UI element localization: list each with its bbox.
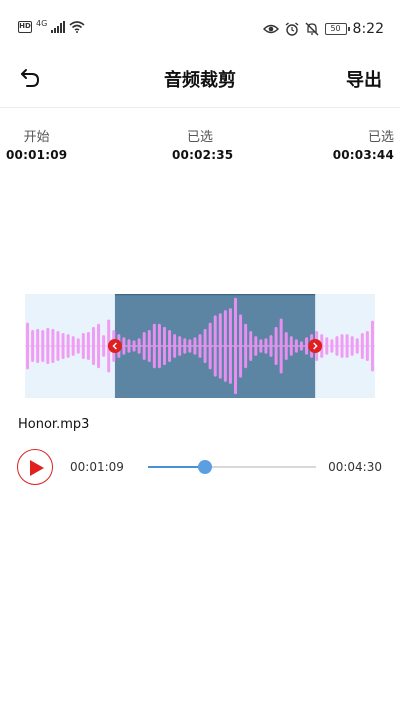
status-bar: HD 4G 50 8:22 [0,0,400,58]
header-divider [0,107,400,108]
end-time-value: 00:03:44 [332,148,394,162]
progress-thumb[interactable] [198,460,213,474]
hd-icon: HD [18,21,32,33]
total-time: 00:04:30 [328,460,382,474]
network-type: 4G [36,18,48,28]
selected-time-value: 00:02:35 [172,148,234,162]
export-button[interactable]: 导出 [346,66,382,92]
file-name: Honor.mp3 [18,417,90,432]
selected-time-group: 已选 00:02:35 [172,126,234,162]
start-time-group: 开始 00:01:09 [6,126,67,162]
end-time-label: 已选 [367,130,394,145]
battery-icon: 50 [324,23,350,35]
trim-end-handle[interactable] [308,339,323,353]
start-time-value: 00:01:09 [6,148,68,162]
wifi-icon [69,21,85,33]
start-time-label: 开始 [23,130,50,145]
play-icon [30,460,44,476]
app-header: 音频裁剪 导出 [0,58,400,108]
current-time: 00:01:09 [70,460,124,474]
mute-bell-icon [305,22,319,36]
trim-start-handle[interactable] [107,339,122,353]
selected-time-label: 已选 [186,130,213,145]
progress-fill [148,466,206,468]
end-time-group: 已选 00:03:44 [333,126,394,162]
page-title: 音频裁剪 [164,70,236,91]
eye-icon [262,24,279,34]
status-left: HD 4G [18,18,85,33]
signal-icon [51,21,66,33]
audio-waveform[interactable] [25,294,375,398]
progress-slider[interactable] [148,459,316,475]
status-clock: 8:22 [352,21,384,37]
status-right: 50 8:22 [262,21,384,37]
alarm-icon [285,22,298,36]
play-button[interactable] [17,449,53,485]
